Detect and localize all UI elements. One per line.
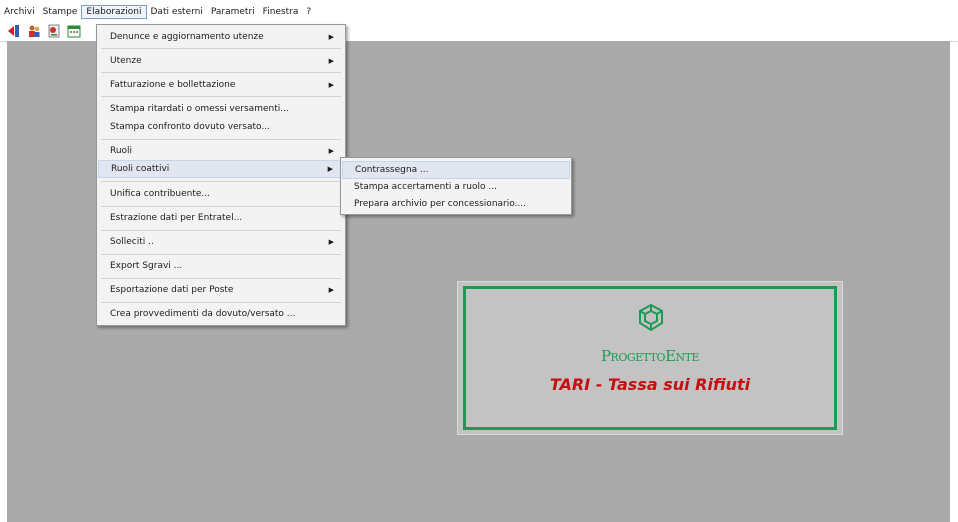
- submenu-arrow-icon: ▶: [327, 165, 333, 173]
- menu-item-label: Denunce e aggiornamento utenze: [110, 32, 264, 42]
- menu-item-unifica[interactable]: Unifica contribuente...: [98, 185, 344, 203]
- menu-item-label: Utenze: [110, 56, 142, 66]
- menu-separator: [101, 48, 341, 49]
- menu-separator: [101, 278, 341, 279]
- submenu-item-contrassegna[interactable]: Contrassegna ...: [342, 161, 570, 179]
- menu-item-fatturazione[interactable]: Fatturazione e bollettazione ▶: [98, 76, 344, 94]
- menu-item-label: Contrassegna ...: [355, 165, 429, 175]
- menu-separator: [101, 230, 341, 231]
- menu-separator: [101, 181, 341, 182]
- menu-item-label: Prepara archivio per concessionario....: [354, 199, 527, 209]
- submenu-arrow-icon: ▶: [328, 57, 334, 65]
- menu-finestra[interactable]: Finestra: [259, 5, 303, 19]
- submenu-arrow-icon: ▶: [328, 81, 334, 89]
- menu-elaborazioni[interactable]: Elaborazioni: [81, 4, 147, 19]
- menu-item-label: Fatturazione e bollettazione: [110, 80, 236, 90]
- submenu-arrow-icon: ▶: [328, 286, 334, 294]
- submenu-arrow-icon: ▶: [328, 147, 334, 155]
- menu-item-ruoli[interactable]: Ruoli ▶: [98, 142, 344, 160]
- splash-frame: ProgettoEnte TARI - Tassa sui Rifiuti: [463, 286, 837, 430]
- submenu-item-prepara-archivio[interactable]: Prepara archivio per concessionario....: [342, 195, 570, 213]
- menu-bar: Archivi Stampe Elaborazioni Dati esterni…: [0, 0, 958, 21]
- menu-item-label: Crea provvedimenti da dovuto/versato ...: [110, 309, 296, 319]
- progettoente-logo-icon: [636, 303, 666, 333]
- menu-item-label: Esportazione dati per Poste: [110, 285, 234, 295]
- menu-stampe[interactable]: Stampe: [39, 5, 82, 19]
- elaborazioni-menu: Denunce e aggiornamento utenze ▶ Utenze …: [96, 24, 346, 326]
- menu-item-denunce[interactable]: Denunce e aggiornamento utenze ▶: [98, 28, 344, 46]
- menu-item-label: Ruoli coattivi: [111, 164, 170, 174]
- brand-name: ProgettoEnte: [600, 347, 700, 365]
- menu-separator: [101, 96, 341, 97]
- submenu-arrow-icon: ▶: [328, 238, 334, 246]
- menu-separator: [101, 139, 341, 140]
- ruoli-coattivi-submenu: Contrassegna ... Stampa accertamenti a r…: [340, 157, 572, 215]
- menu-separator: [101, 254, 341, 255]
- menu-dati-esterni[interactable]: Dati esterni: [147, 5, 207, 19]
- menu-item-ruoli-coattivi[interactable]: Ruoli coattivi ▶: [98, 160, 344, 178]
- menu-item-label: Stampa confronto dovuto versato...: [110, 122, 270, 132]
- menu-item-entratel[interactable]: Estrazione dati per Entratel...: [98, 209, 344, 227]
- menu-item-label: Export Sgravi ...: [110, 261, 183, 271]
- calendar-icon[interactable]: [67, 24, 81, 38]
- menu-separator: [101, 302, 341, 303]
- menu-separator: [101, 72, 341, 73]
- menu-item-label: Ruoli: [110, 146, 133, 156]
- menu-item-label: Stampa ritardati o omessi versamenti...: [110, 104, 289, 114]
- menu-help[interactable]: ?: [302, 5, 315, 19]
- menu-item-label: Estrazione dati per Entratel...: [110, 213, 243, 223]
- menu-item-export-sgravi[interactable]: Export Sgravi ...: [98, 257, 344, 275]
- report-icon[interactable]: [47, 24, 61, 38]
- people-icon[interactable]: [27, 24, 41, 38]
- menu-item-crea-provvedimenti[interactable]: Crea provvedimenti da dovuto/versato ...: [98, 305, 344, 323]
- menu-parametri[interactable]: Parametri: [207, 5, 259, 19]
- menu-archivi[interactable]: Archivi: [0, 5, 39, 19]
- app-title: TARI - Tassa sui Rifiuti: [549, 375, 751, 394]
- back-arrow-icon[interactable]: [7, 24, 21, 38]
- menu-item-stampa-confronto[interactable]: Stampa confronto dovuto versato...: [98, 118, 344, 136]
- menu-item-utenze[interactable]: Utenze ▶: [98, 52, 344, 70]
- menu-item-stampa-ritardati[interactable]: Stampa ritardati o omessi versamenti...: [98, 100, 344, 118]
- menu-item-esportazione-poste[interactable]: Esportazione dati per Poste ▶: [98, 281, 344, 299]
- menu-item-label: Solleciti ..: [110, 237, 154, 247]
- splash-panel: ProgettoEnte TARI - Tassa sui Rifiuti: [457, 281, 843, 435]
- menu-item-solleciti[interactable]: Solleciti .. ▶: [98, 233, 344, 251]
- menu-item-label: Unifica contribuente...: [110, 189, 210, 199]
- submenu-arrow-icon: ▶: [328, 33, 334, 41]
- menu-item-label: Stampa accertamenti a ruolo ...: [354, 182, 497, 192]
- submenu-item-stampa-accertamenti[interactable]: Stampa accertamenti a ruolo ...: [342, 178, 570, 196]
- menu-separator: [101, 206, 341, 207]
